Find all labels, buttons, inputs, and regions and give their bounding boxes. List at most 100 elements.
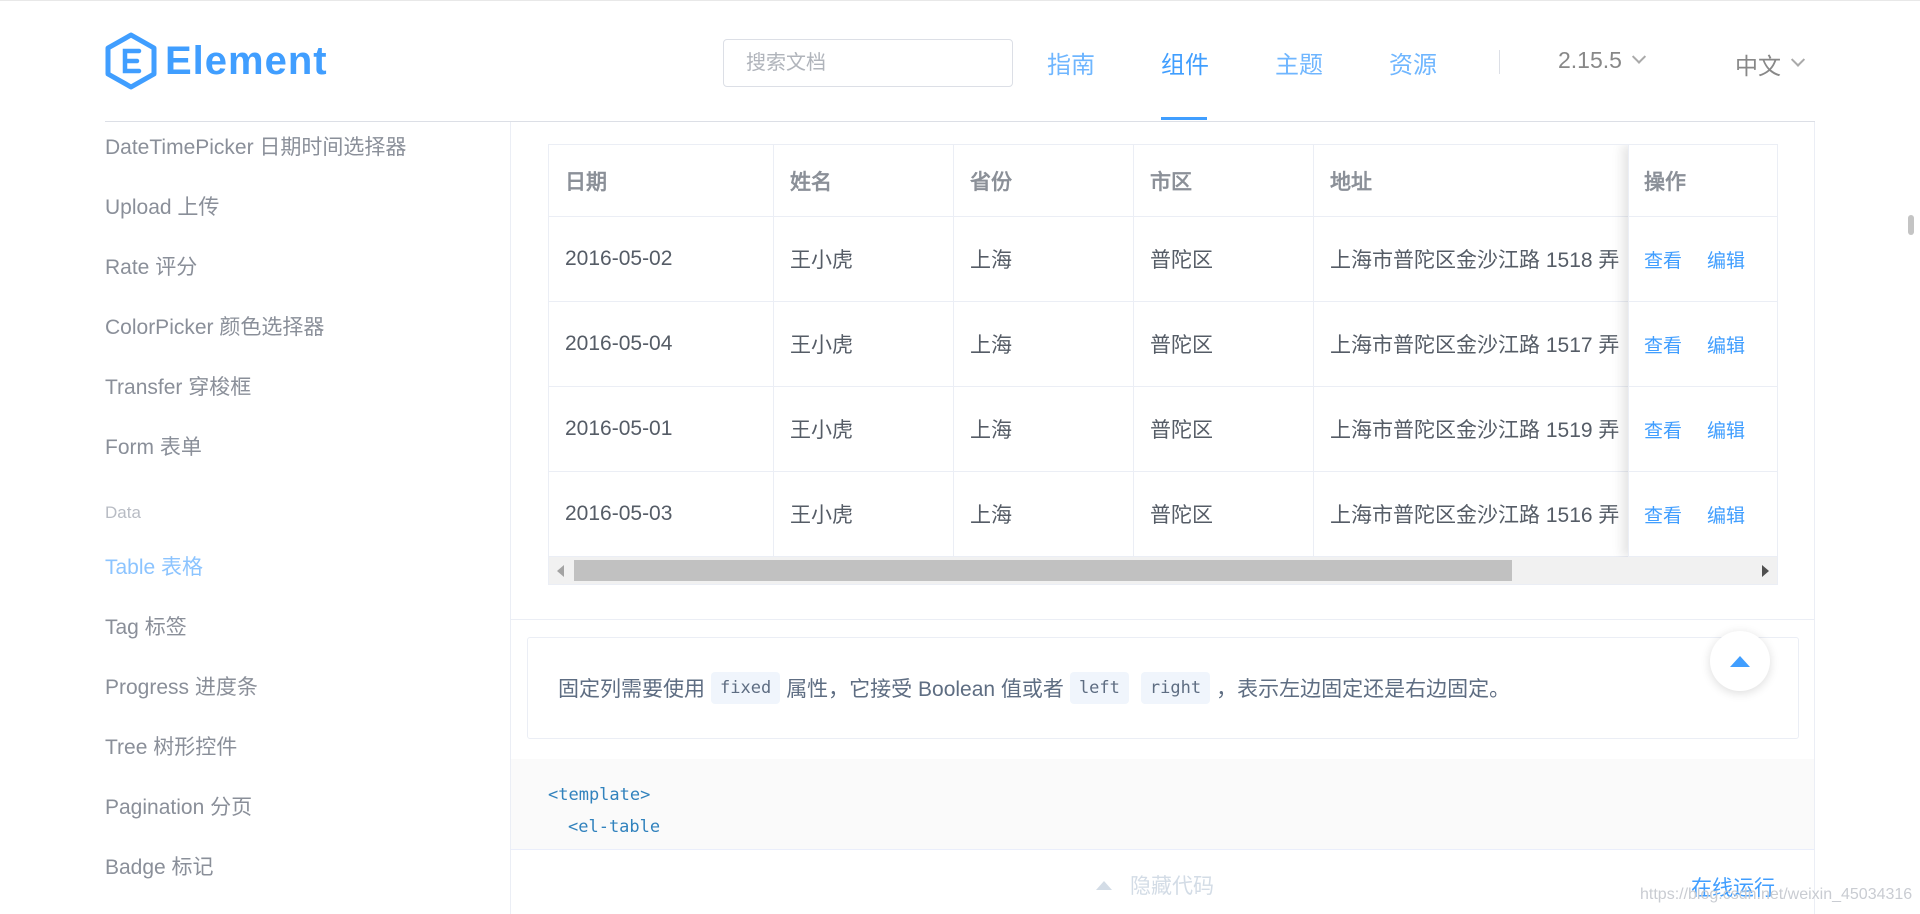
table-horizontal-scrollbar[interactable] (549, 557, 1777, 584)
cell-address: 上海市普陀区金沙江路 1519 弄 (1314, 387, 1654, 471)
language-label: 中文 (1735, 53, 1781, 79)
nav-guide[interactable]: 指南 (1047, 45, 1095, 80)
chevron-down-icon (1631, 49, 1647, 64)
column-header-province: 省份 (954, 145, 1134, 216)
brand-logo[interactable]: Element (105, 31, 328, 91)
demo-divider (510, 619, 1815, 620)
sidebar-group-data: Data (105, 503, 141, 522)
cell-province: 上海 (954, 387, 1134, 471)
demo-block-border-right (1814, 122, 1815, 914)
edit-link[interactable]: 编辑 (1707, 331, 1745, 358)
cell-date: 2016-05-04 (549, 302, 774, 386)
page-scrollbar-thumb[interactable] (1908, 215, 1914, 235)
back-to-top-button[interactable] (1710, 631, 1770, 691)
sidebar-item-progress[interactable]: Progress 进度条 (105, 671, 258, 701)
sidebar-item-form[interactable]: Form 表单 (105, 431, 202, 461)
column-header-actions: 操作 (1629, 145, 1777, 217)
demo-description: 固定列需要使用 fixed 属性，它接受 Boolean 值或者 left ri… (527, 637, 1799, 739)
demo-control-bar: 隐藏代码 在线运行 (511, 849, 1814, 914)
sidebar-item-table[interactable]: Table 表格 (105, 551, 203, 581)
code-line: <template> (548, 785, 651, 805)
code-chip-right: right (1140, 672, 1211, 704)
action-cell: 查看 编辑 (1629, 302, 1777, 387)
code-preview: <template> <el-table (511, 759, 1814, 849)
table-row: 2016-05-03 王小虎 上海 普陀区 上海市普陀区金沙江路 1516 弄 (549, 472, 1777, 557)
action-cell: 查看 编辑 (1629, 387, 1777, 472)
view-link[interactable]: 查看 (1644, 246, 1682, 273)
sidebar-item-badge[interactable]: Badge 标记 (105, 851, 214, 881)
nav-theme[interactable]: 主题 (1275, 45, 1323, 80)
scroll-right-arrow-icon[interactable] (1762, 565, 1769, 577)
cell-name: 王小虎 (774, 387, 954, 471)
column-header-date: 日期 (549, 145, 774, 216)
cell-city: 普陀区 (1134, 217, 1314, 301)
sidebar-item-pagination[interactable]: Pagination 分页 (105, 791, 252, 821)
cell-name: 王小虎 (774, 302, 954, 386)
table-header-row: 日期 姓名 省份 市区 地址 (549, 145, 1777, 217)
language-select[interactable]: 中文 (1735, 47, 1806, 81)
sidebar-item-tree[interactable]: Tree 树形控件 (105, 731, 237, 761)
caret-up-icon (1096, 880, 1112, 890)
scroll-left-arrow-icon[interactable] (557, 565, 564, 577)
sidebar-item-upload[interactable]: Upload 上传 (105, 191, 219, 221)
brand-name: Element (165, 38, 328, 83)
edit-link[interactable]: 编辑 (1707, 416, 1745, 443)
code-chip-left: left (1069, 672, 1129, 704)
hide-code-label: 隐藏代码 (1130, 875, 1214, 898)
code-chip-fixed: fixed (711, 672, 781, 704)
action-cell: 查看 编辑 (1629, 217, 1777, 302)
column-header-city: 市区 (1134, 145, 1314, 216)
edit-link[interactable]: 编辑 (1707, 501, 1745, 528)
version-select[interactable]: 2.15.5 (1558, 47, 1647, 74)
view-link[interactable]: 查看 (1644, 501, 1682, 528)
watermark: https://blog.csdn.net/weixin_45034316 (1640, 886, 1913, 903)
code-line: <el-table (568, 817, 661, 837)
cell-city: 普陀区 (1134, 472, 1314, 556)
sidebar-item-datetimepicker[interactable]: DateTimePicker 日期时间选择器 (105, 131, 406, 161)
column-header-name: 姓名 (774, 145, 954, 216)
cell-date: 2016-05-01 (549, 387, 774, 471)
sidebar-item-colorpicker[interactable]: ColorPicker 颜色选择器 (105, 311, 324, 341)
cell-province: 上海 (954, 472, 1134, 556)
hide-code-button[interactable]: 隐藏代码 (1096, 870, 1214, 900)
cell-province: 上海 (954, 302, 1134, 386)
cell-date: 2016-05-03 (549, 472, 774, 556)
scrollbar-thumb[interactable] (574, 560, 1512, 581)
element-logo-icon (105, 32, 157, 90)
caret-up-icon (1730, 655, 1750, 667)
search-input[interactable] (723, 39, 1013, 87)
cell-address: 上海市普陀区金沙江路 1518 弄 (1314, 217, 1654, 301)
nav-resource[interactable]: 资源 (1389, 45, 1437, 80)
cell-name: 王小虎 (774, 472, 954, 556)
nav-component[interactable]: 组件 (1161, 45, 1209, 80)
description-text: ，表示左边固定还是右边固定。 (1216, 678, 1511, 701)
version-label: 2.15.5 (1558, 47, 1622, 73)
action-cell: 查看 编辑 (1629, 472, 1777, 557)
cell-address: 上海市普陀区金沙江路 1517 弄 (1314, 302, 1654, 386)
table-row: 2016-05-01 王小虎 上海 普陀区 上海市普陀区金沙江路 1519 弄 (549, 387, 1777, 472)
cell-province: 上海 (954, 217, 1134, 301)
sidebar: DateTimePicker 日期时间选择器 Upload 上传 Rate 评分… (105, 122, 505, 914)
cell-date: 2016-05-02 (549, 217, 774, 301)
cell-address: 上海市普陀区金沙江路 1516 弄 (1314, 472, 1654, 556)
sidebar-item-tag[interactable]: Tag 标签 (105, 611, 187, 641)
table-row: 2016-05-04 王小虎 上海 普陀区 上海市普陀区金沙江路 1517 弄 (549, 302, 1777, 387)
cell-city: 普陀区 (1134, 387, 1314, 471)
cell-city: 普陀区 (1134, 302, 1314, 386)
table-row: 2016-05-02 王小虎 上海 普陀区 上海市普陀区金沙江路 1518 弄 (549, 217, 1777, 302)
fixed-column-table: 日期 姓名 省份 市区 地址 2016-05-02 王小虎 上海 普陀区 上海市… (548, 144, 1778, 585)
site-header: Element 指南 组件 主题 资源 2.15.5 中文 (0, 1, 1920, 121)
view-link[interactable]: 查看 (1644, 331, 1682, 358)
sidebar-item-rate[interactable]: Rate 评分 (105, 251, 197, 281)
cell-name: 王小虎 (774, 217, 954, 301)
edit-link[interactable]: 编辑 (1707, 246, 1745, 273)
description-text: 属性，它接受 Boolean 值或者 (786, 678, 1064, 701)
fixed-right-column: 操作 查看 编辑 查看 编辑 查看 编辑 查看 编辑 (1628, 145, 1777, 557)
view-link[interactable]: 查看 (1644, 416, 1682, 443)
nav-divider (1499, 50, 1500, 74)
nav-active-indicator (1161, 117, 1207, 120)
sidebar-item-transfer[interactable]: Transfer 穿梭框 (105, 371, 251, 401)
chevron-down-icon (1790, 52, 1806, 67)
description-text: 固定列需要使用 (558, 678, 705, 701)
column-header-address: 地址 (1314, 145, 1654, 216)
